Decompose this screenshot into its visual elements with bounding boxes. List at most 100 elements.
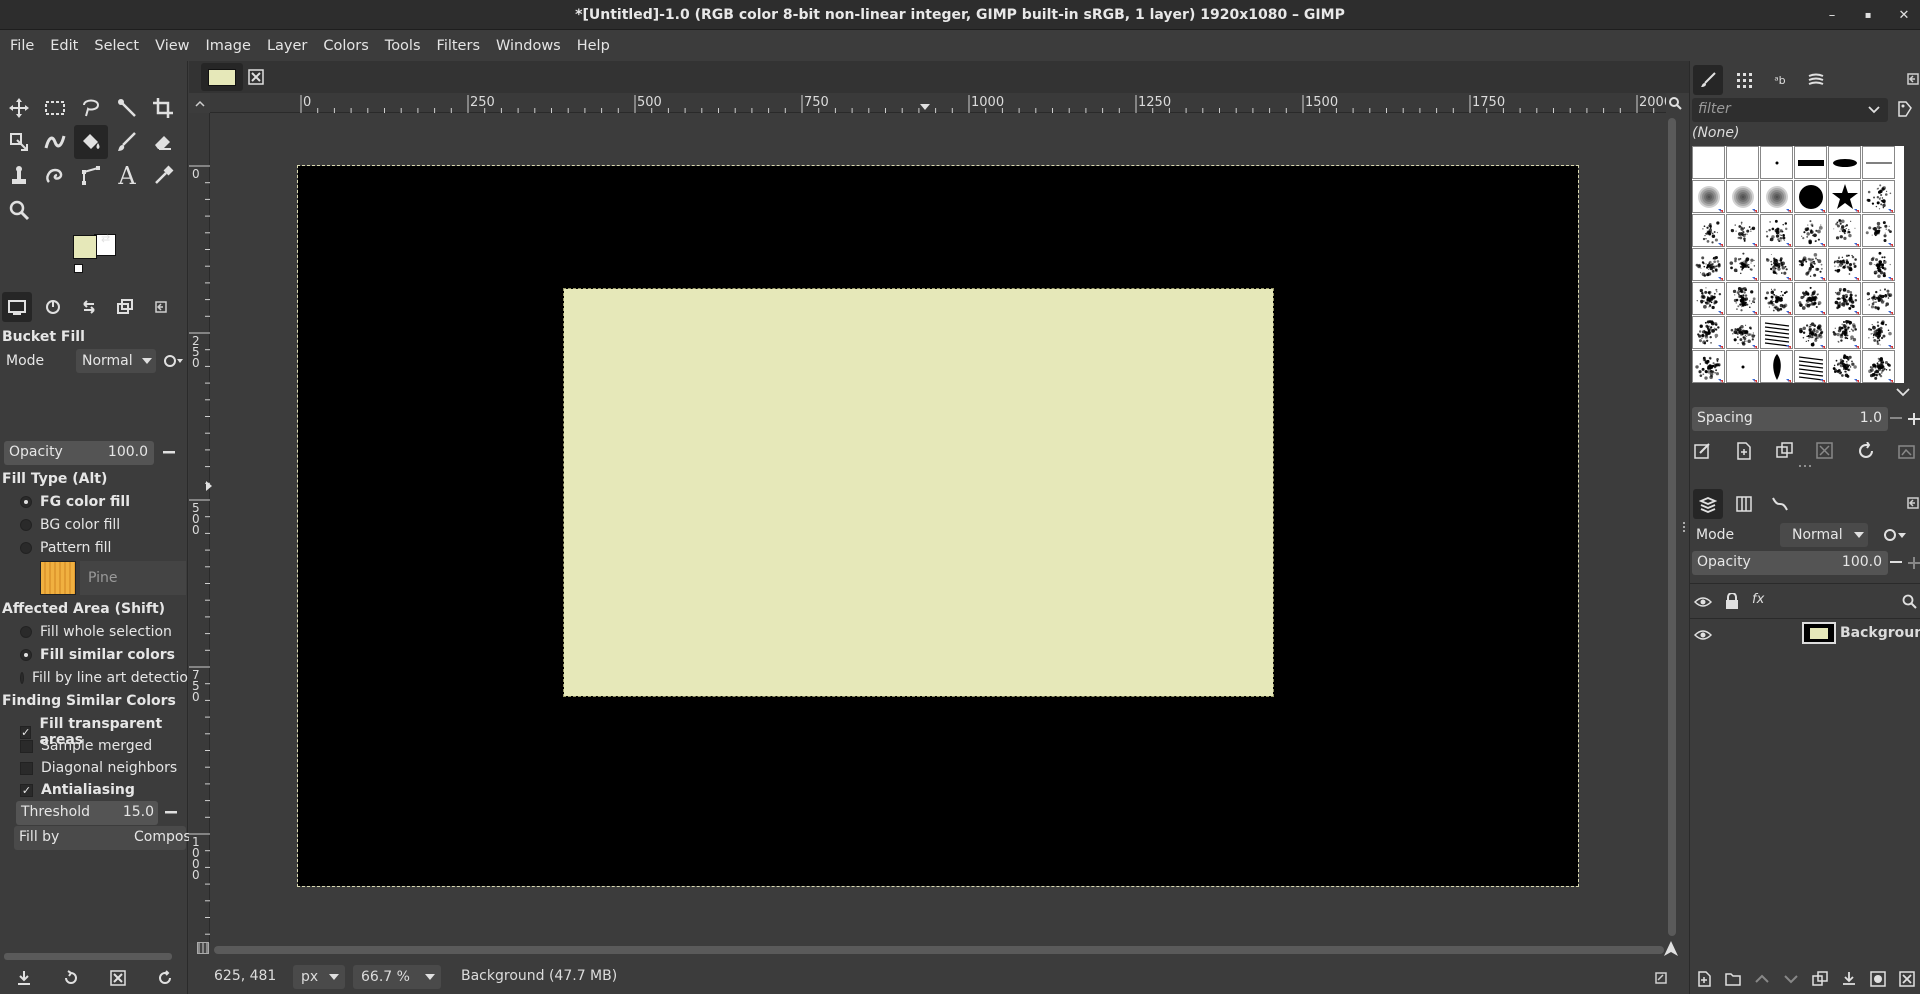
brush-scrollbar[interactable] bbox=[1904, 146, 1910, 383]
spacing-decrease-icon[interactable] bbox=[1890, 417, 1902, 421]
reset-options-icon[interactable] bbox=[157, 969, 173, 986]
brush-thumbnail[interactable] bbox=[1794, 282, 1827, 315]
document-history-tab-icon[interactable] bbox=[1801, 65, 1831, 95]
opacity-decrease-icon[interactable] bbox=[1890, 561, 1902, 565]
smudge-icon[interactable] bbox=[38, 159, 72, 193]
brush-thumbnail[interactable] bbox=[1862, 146, 1895, 179]
diagonal-neighbors-checkbox[interactable]: Diagonal neighbors bbox=[20, 760, 177, 776]
brush-thumbnail[interactable] bbox=[1760, 180, 1793, 213]
paths-icon[interactable] bbox=[74, 159, 108, 193]
lock-icon[interactable] bbox=[1725, 593, 1739, 609]
maximize-button[interactable]: ▪ bbox=[1850, 0, 1886, 30]
brush-thumbnail[interactable] bbox=[1862, 214, 1895, 247]
brush-thumbnail[interactable] bbox=[1726, 248, 1759, 281]
brush-thumbnail[interactable] bbox=[1828, 180, 1861, 213]
device-status-tab-icon[interactable] bbox=[38, 292, 68, 322]
brush-thumbnail[interactable] bbox=[1794, 248, 1827, 281]
brush-thumbnail[interactable] bbox=[1862, 316, 1895, 349]
move-tool-icon[interactable] bbox=[2, 91, 36, 125]
horizontal-ruler[interactable]: 0 250 500 750 1000 1250 1500 1750 2000 bbox=[210, 93, 1666, 113]
channels-tab-icon[interactable] bbox=[1729, 489, 1759, 519]
bucket-fill-icon[interactable] bbox=[74, 125, 108, 159]
brush-grid[interactable] bbox=[1692, 146, 1904, 383]
vertical-ruler[interactable]: 02505007501000 bbox=[189, 113, 210, 943]
brush-thumbnail[interactable] bbox=[1794, 180, 1827, 213]
close-button[interactable]: ✕ bbox=[1886, 0, 1920, 30]
tab-menu-icon[interactable] bbox=[146, 292, 176, 322]
fonts-tab-icon[interactable]: ᵃb bbox=[1765, 65, 1795, 95]
brush-thumbnail[interactable] bbox=[1760, 248, 1793, 281]
brush-thumbnail[interactable] bbox=[1692, 316, 1725, 349]
brush-thumbnail[interactable] bbox=[1760, 282, 1793, 315]
bg-color-fill-radio[interactable]: BG color fill bbox=[20, 517, 120, 533]
minimize-button[interactable]: – bbox=[1814, 0, 1850, 30]
default-colors-icon[interactable] bbox=[74, 264, 83, 273]
eraser-icon[interactable] bbox=[146, 125, 180, 159]
quick-mask-corner-icon[interactable] bbox=[194, 96, 208, 110]
zoom-image-icon[interactable] bbox=[1668, 96, 1682, 110]
fg-color-fill-radio[interactable]: FG color fill bbox=[20, 494, 130, 510]
menu-file[interactable]: File bbox=[2, 31, 42, 61]
crop-icon[interactable] bbox=[146, 91, 180, 125]
open-brush-as-image-icon[interactable] bbox=[1898, 442, 1916, 460]
brush-thumbnail[interactable] bbox=[1760, 350, 1793, 383]
horizontal-scrollbar[interactable] bbox=[214, 946, 1664, 954]
brush-thumbnail[interactable] bbox=[1794, 146, 1827, 179]
menu-image[interactable]: Image bbox=[198, 31, 259, 61]
brush-thumbnail[interactable] bbox=[1828, 350, 1861, 383]
brush-thumbnail[interactable] bbox=[1692, 248, 1725, 281]
brush-thumbnail[interactable] bbox=[1760, 316, 1793, 349]
search-icon[interactable] bbox=[1902, 594, 1918, 610]
dock-separator[interactable] bbox=[1690, 464, 1920, 469]
layer-mode-reset-icon[interactable] bbox=[1882, 527, 1918, 543]
swap-colors-icon[interactable]: ⇄ bbox=[101, 232, 110, 245]
rect-select-icon[interactable] bbox=[38, 91, 72, 125]
effects-icon[interactable]: fx bbox=[1752, 592, 1764, 607]
save-preset-icon[interactable] bbox=[16, 970, 32, 986]
left-dock-toggle-icon[interactable] bbox=[206, 481, 212, 491]
brush-thumbnail[interactable] bbox=[1726, 146, 1759, 179]
image-tab[interactable] bbox=[201, 63, 243, 91]
brush-thumbnail[interactable] bbox=[1760, 214, 1793, 247]
brush-thumbnail[interactable] bbox=[1794, 316, 1827, 349]
brush-thumbnail[interactable] bbox=[1794, 350, 1827, 383]
refresh-brushes-icon[interactable] bbox=[1857, 442, 1875, 460]
unit-select[interactable]: px bbox=[293, 965, 345, 989]
brush-thumbnail[interactable] bbox=[1726, 180, 1759, 213]
new-brush-icon[interactable] bbox=[1735, 442, 1753, 460]
brush-view-toggle[interactable] bbox=[1692, 387, 1916, 403]
layers-tab-icon[interactable] bbox=[1693, 489, 1723, 519]
free-select-icon[interactable] bbox=[74, 91, 108, 125]
toolbox-scrollbar[interactable] bbox=[4, 953, 172, 960]
brush-thumbnail[interactable] bbox=[1760, 146, 1793, 179]
menu-edit[interactable]: Edit bbox=[42, 31, 86, 61]
duplicate-layer-icon[interactable] bbox=[1812, 971, 1828, 987]
restore-preset-icon[interactable] bbox=[63, 969, 79, 986]
brush-thumbnail[interactable] bbox=[1828, 248, 1861, 281]
threshold-decrease-icon[interactable] bbox=[160, 801, 182, 825]
layer-mode-select[interactable]: Normal bbox=[1780, 523, 1868, 547]
delete-preset-icon[interactable] bbox=[109, 969, 126, 986]
quick-mask-toggle-icon[interactable] bbox=[197, 942, 209, 954]
delete-layer-icon[interactable] bbox=[1898, 971, 1915, 987]
lower-layer-icon[interactable] bbox=[1783, 971, 1799, 987]
menu-tools[interactable]: Tools bbox=[377, 31, 429, 61]
fill-similar-colors-radio[interactable]: Fill similar colors bbox=[20, 647, 175, 663]
menu-windows[interactable]: Windows bbox=[488, 31, 569, 61]
brush-thumbnail[interactable] bbox=[1828, 146, 1861, 179]
fill-whole-selection-radio[interactable]: Fill whole selection bbox=[20, 624, 172, 640]
brush-thumbnail[interactable] bbox=[1828, 214, 1861, 247]
fuzzy-select-icon[interactable] bbox=[110, 91, 144, 125]
mode-reset-icon[interactable] bbox=[162, 351, 188, 371]
new-layer-icon[interactable] bbox=[1696, 971, 1712, 987]
brush-thumbnail[interactable] bbox=[1692, 350, 1725, 383]
fill-by-select[interactable]: Fill by Composite bbox=[14, 826, 209, 850]
zoom-icon[interactable] bbox=[2, 193, 36, 227]
tool-options-tab-icon[interactable] bbox=[2, 292, 32, 322]
menu-colors[interactable]: Colors bbox=[315, 31, 376, 61]
navigate-icon[interactable] bbox=[1664, 941, 1678, 957]
menu-layer[interactable]: Layer bbox=[259, 31, 315, 61]
layer-opacity-slider[interactable]: Opacity 100.0 bbox=[1692, 551, 1888, 575]
antialiasing-checkbox[interactable]: ✓ Antialiasing bbox=[20, 782, 135, 798]
visibility-eye-icon[interactable] bbox=[1694, 628, 1712, 642]
